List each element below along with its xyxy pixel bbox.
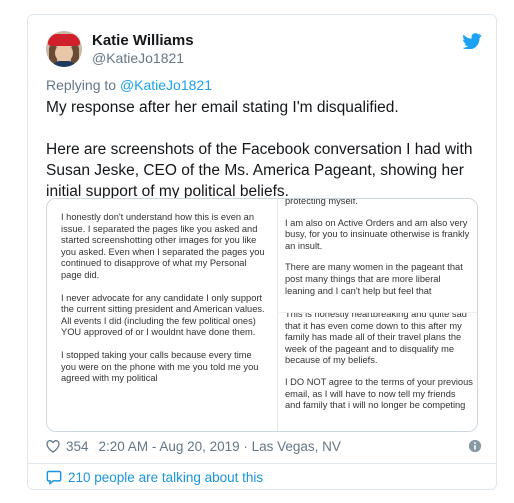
heart-icon[interactable] — [46, 439, 60, 453]
tweet-text-line: Here are screenshots of the Facebook con… — [46, 141, 473, 200]
timestamp[interactable]: 2:20 AM - Aug 20, 2019 · Las Vegas, NV — [99, 439, 341, 454]
tweet-header: Katie Williams @KatieJo1821 — [46, 31, 482, 71]
screenshot-text: I stopped taking your calls because ever… — [61, 349, 259, 384]
tweet-text-line: My response after her email stating I'm … — [46, 99, 399, 116]
twitter-bird-icon[interactable] — [462, 33, 482, 49]
replying-prefix: Replying to — [46, 77, 120, 93]
screenshot-text: I never advocate for any candidate I onl… — [61, 292, 265, 338]
talking-count-text[interactable]: 210 people are talking about this — [68, 470, 263, 485]
screenshot-text: I am also on Active Orders and am also v… — [285, 217, 470, 251]
tweet-text: My response after her email stating I'm … — [46, 97, 486, 202]
avatar[interactable] — [46, 31, 82, 67]
screenshot-text: I DO NOT agree to the terms of your prev… — [285, 376, 473, 411]
tweet-card: Katie Williams @KatieJo1821 Replying to … — [27, 14, 497, 490]
screenshot-image-right-bottom[interactable]: This is honestly heartbreaking and quite… — [279, 312, 477, 431]
screenshot-text: There are many women in the pageant that… — [285, 262, 463, 296]
author-handle[interactable]: @KatieJo1821 — [92, 50, 184, 66]
screenshot-text: This is honestly heartbreaking and quite… — [285, 312, 467, 366]
author-name[interactable]: Katie Williams — [92, 32, 194, 49]
speech-bubble-icon — [46, 470, 62, 485]
info-icon[interactable] — [468, 439, 482, 453]
screenshot-image-left[interactable]: I honestly don't understand how this is … — [47, 199, 277, 431]
screenshot-text: I honestly don't understand how this is … — [61, 212, 265, 280]
tweet-meta: 354 2:20 AM - Aug 20, 2019 · Las Vegas, … — [46, 437, 482, 455]
replying-to: Replying to @KatieJo1821 — [46, 77, 212, 93]
screenshot-text: protecting myself. — [285, 199, 358, 206]
replying-target-link[interactable]: @KatieJo1821 — [120, 77, 212, 93]
tweet-images[interactable]: I honestly don't understand how this is … — [46, 198, 478, 432]
like-count[interactable]: 354 — [66, 439, 89, 454]
screenshot-image-right-top[interactable]: protecting myself. I am also on Active O… — [279, 199, 477, 312]
conversation-link[interactable]: 210 people are talking about this — [28, 463, 496, 489]
